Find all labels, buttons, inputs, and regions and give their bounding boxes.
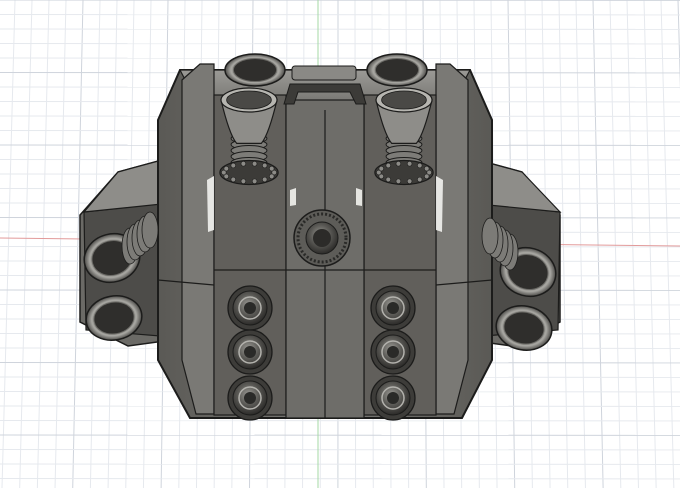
rib — [141, 211, 159, 249]
port-icon[interactable] — [227, 375, 273, 421]
model-canvas[interactable] — [0, 0, 680, 488]
port-icon[interactable] — [370, 329, 416, 375]
3d-viewport[interactable] — [0, 0, 680, 488]
nozzle-icon[interactable] — [366, 53, 428, 87]
grid-line — [19, 0, 33, 488]
grid-line — [1, 0, 16, 488]
port-icon[interactable] — [227, 285, 273, 331]
knob-icon[interactable] — [293, 209, 351, 267]
nozzle-icon[interactable] — [224, 53, 286, 87]
grid-line — [36, 0, 50, 488]
grid-line — [54, 0, 67, 488]
thruster-pod-model[interactable] — [79, 53, 562, 421]
port-icon[interactable] — [370, 375, 416, 421]
port-icon[interactable] — [227, 329, 273, 375]
rib — [481, 217, 499, 255]
port-icon[interactable] — [370, 285, 416, 331]
